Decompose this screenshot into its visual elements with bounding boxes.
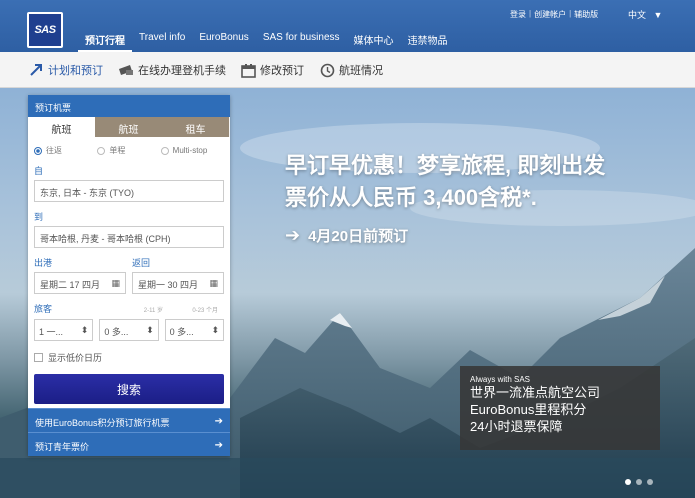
link-youth-fare[interactable]: 预订青年票价 ➔ [28, 432, 230, 456]
accessibility-link[interactable]: 辅助版 [574, 9, 598, 20]
arrow-right-icon: ➔ [285, 225, 301, 245]
promo-tagline: Always with SAS [470, 375, 531, 384]
headline-line-2: 票价从人民币 3,400含税*. [285, 185, 537, 210]
infants-value: 0 多... [169, 327, 194, 337]
booking-tabs: 航班 航班 租车 [28, 117, 230, 137]
main-nav: 预订行程 Travel info EuroBonus SAS for busin… [78, 32, 455, 52]
radio-round-trip[interactable]: 往返 [34, 145, 97, 156]
updown-icon: ⬍ [211, 325, 219, 335]
subnav-label: 航班情况 [339, 65, 383, 77]
carousel-dot[interactable] [636, 479, 642, 485]
headline-line-1: 早订早优惠！梦享旅程, 即刻出发 [285, 153, 606, 178]
language-selector[interactable]: 中文 ▼ [628, 8, 662, 21]
create-account-link[interactable]: 创建帐户 [534, 9, 566, 20]
children-value: 0 多... [104, 327, 129, 337]
carousel-dots [625, 479, 653, 485]
radio-dot [34, 146, 42, 155]
booking-title: 预订机票 [28, 95, 230, 117]
separator: | [569, 9, 572, 18]
age-hint-child: 2-11 岁 [143, 308, 163, 314]
booking-panel: 预订机票 航班 航班 租车 往返 单程 Multi-stop 自 东京, 日本 … [28, 95, 230, 456]
logo-text: SAS [29, 14, 61, 46]
sub-nav: 计划和预订 在线办理登机手续 修改预订 航班情况 [0, 52, 695, 88]
infants-select[interactable]: 0 多... ⬍ [164, 319, 224, 341]
promo-line-1: 世界一流准点航空公司 [470, 385, 601, 400]
cta-label: 4月20日前预订 [308, 228, 409, 245]
subnav-label: 计划和预订 [48, 65, 103, 77]
hero-headline: 早订早优惠！梦享旅程, 即刻出发 票价从人民币 3,400含税*. [285, 150, 605, 214]
radio-multi-stop[interactable]: Multi-stop [160, 145, 224, 156]
subnav-checkin[interactable]: 在线办理登机手续 [118, 52, 226, 88]
arrow-right-icon: ➔ [214, 416, 223, 427]
subnav-plan-book[interactable]: 计划和预订 [28, 52, 103, 88]
nav-item-book[interactable]: 预订行程 [78, 32, 132, 52]
radio-label: 单程 [109, 146, 126, 155]
link-label: 预订青年票价 [35, 442, 90, 452]
radio-one-way[interactable]: 单程 [97, 145, 160, 156]
carousel-dot[interactable] [625, 479, 631, 485]
separator: | [529, 9, 532, 18]
from-input[interactable]: 东京, 日本 - 东京 (TYO) [34, 180, 224, 202]
depart-label: 出港 [34, 258, 53, 268]
radio-dot [160, 146, 169, 155]
language-label: 中文 [628, 10, 647, 20]
plane-pointer-icon [28, 62, 44, 78]
calendar-icon: ▦ [209, 278, 218, 288]
calendar-icon [240, 62, 256, 78]
ticket-icon [118, 62, 134, 78]
radio-label: 往返 [46, 146, 62, 155]
return-date-value: 星期一 30 四月 [138, 280, 199, 290]
search-button[interactable]: 搜索 [34, 374, 224, 404]
top-header: SAS 预订行程 Travel info EuroBonus SAS for b… [0, 0, 695, 52]
trip-type-group: 往返 单程 Multi-stop [34, 137, 224, 156]
adults-value: 1 一... [39, 327, 64, 337]
nav-item-business[interactable]: SAS for business [256, 32, 347, 52]
checkbox[interactable] [34, 353, 43, 362]
booking-links: 使用EuroBonus积分预订旅行机票 ➔ 预订青年票价 ➔ [28, 408, 230, 456]
nav-item-travel-info[interactable]: Travel info [132, 32, 192, 52]
hero-cta[interactable]: ➔ 4月20日前预订 [285, 225, 408, 246]
calendar-icon: ▦ [111, 278, 120, 288]
updown-icon: ⬍ [146, 325, 154, 335]
caret-down-icon: ▼ [648, 10, 663, 20]
carousel-dot[interactable] [647, 479, 653, 485]
radio-dot [97, 146, 106, 155]
subnav-label: 在线办理登机手续 [138, 65, 226, 77]
from-label: 自 [34, 166, 44, 176]
return-date-input[interactable]: 星期一 30 四月 ▦ [132, 272, 224, 294]
tab-flights[interactable]: 航班 [28, 117, 95, 137]
booking-form: 往返 单程 Multi-stop 自 东京, 日本 - 东京 (TYO) 到 哥… [28, 137, 230, 427]
age-hint-infant: 0-23 个月 [192, 308, 218, 314]
depart-date-input[interactable]: 星期二 17 四月 ▦ [34, 272, 126, 294]
clock-icon [319, 62, 335, 78]
low-fare-checkbox-row[interactable]: 显示低价日历 [34, 351, 224, 364]
nav-item-media[interactable]: 媒体中心 [347, 32, 401, 52]
nav-item-prohibited[interactable]: 违禁物品 [401, 32, 455, 52]
login-link[interactable]: 登录 [510, 9, 526, 20]
arrow-right-icon: ➔ [214, 440, 223, 451]
subnav-modify[interactable]: 修改预订 [240, 52, 304, 88]
promo-line-3: 24小时退票保障 [470, 419, 563, 434]
sas-logo[interactable]: SAS [27, 12, 63, 48]
to-input[interactable]: 哥本哈根, 丹麦 - 哥本哈根 (CPH) [34, 226, 224, 248]
tab-flights-2[interactable]: 航班 [95, 117, 162, 137]
low-fare-label: 显示低价日历 [48, 353, 103, 363]
to-label: 到 [34, 212, 44, 222]
adults-select[interactable]: 1 一... ⬍ [34, 319, 94, 341]
nav-item-eurobonus[interactable]: EuroBonus [192, 32, 255, 52]
promo-line-2: EuroBonus里程积分 [470, 402, 587, 417]
passenger-age-hints: 2-11 岁 0-23 个月 [34, 305, 224, 314]
link-label: 使用EuroBonus积分预订旅行机票 [35, 418, 170, 428]
children-select[interactable]: 0 多... ⬍ [99, 319, 159, 341]
account-links: 登录 | 创建帐户 | 辅助版 [510, 9, 598, 20]
tab-car-rental[interactable]: 租车 [162, 117, 229, 137]
radio-label: Multi-stop [172, 146, 208, 155]
return-label: 返回 [132, 258, 151, 268]
link-eurobonus-booking[interactable]: 使用EuroBonus积分预订旅行机票 ➔ [28, 408, 230, 432]
updown-icon: ⬍ [80, 325, 89, 335]
subnav-label: 修改预订 [260, 65, 304, 77]
subnav-flight-status[interactable]: 航班情况 [319, 52, 383, 88]
depart-date-value: 星期二 17 四月 [40, 280, 101, 290]
promo-box[interactable]: Always with SAS 世界一流准点航空公司 EuroBonus里程积分… [460, 366, 660, 450]
